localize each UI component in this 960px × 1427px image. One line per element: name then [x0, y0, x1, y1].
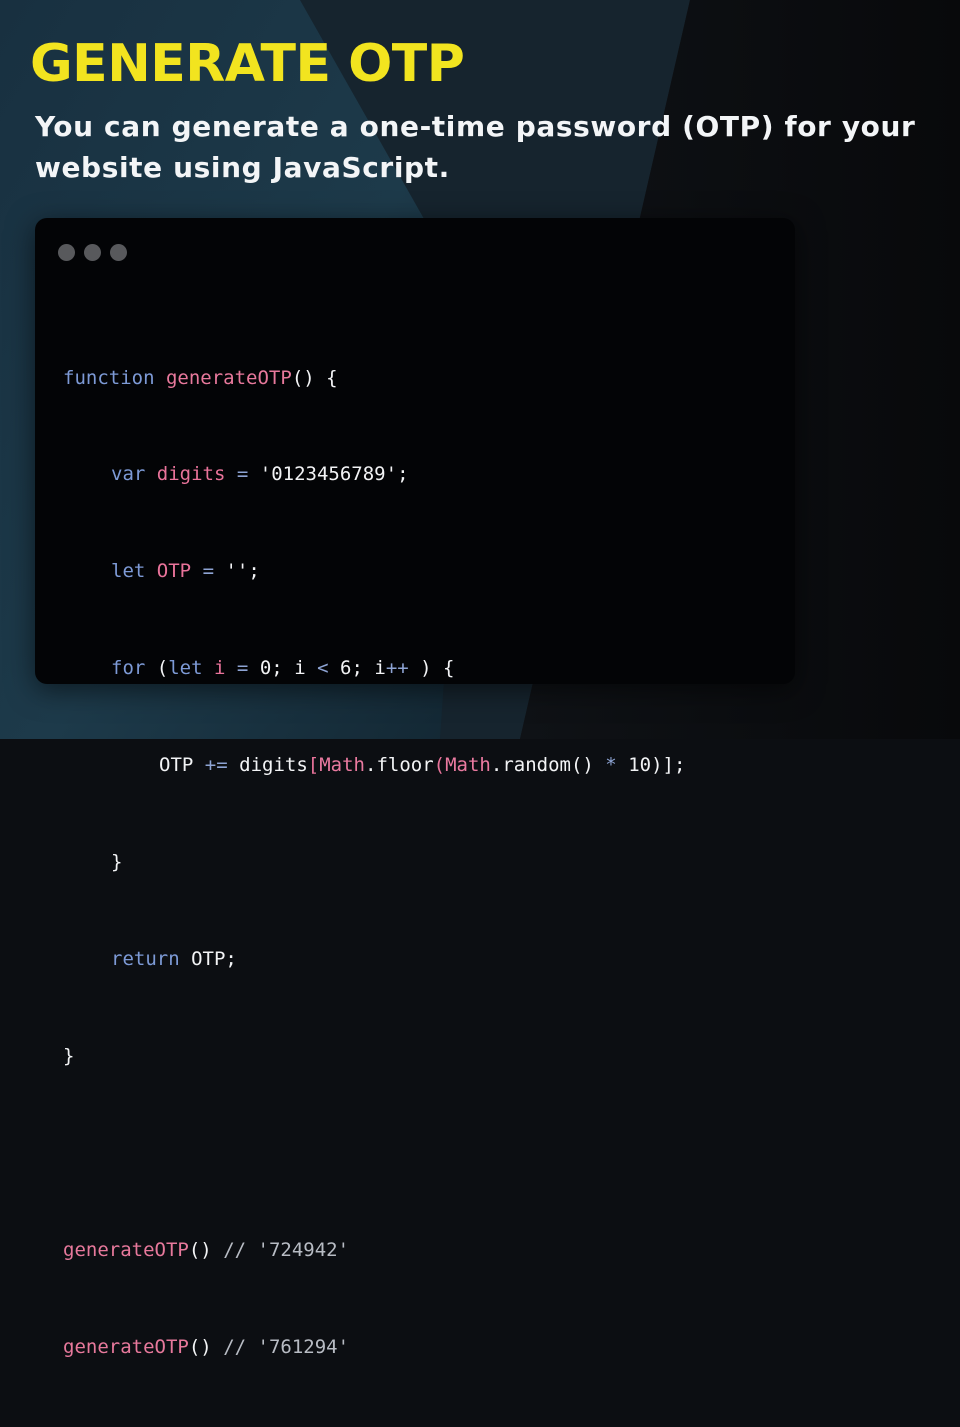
code-block: function generateOTP() { var digits = '0… — [63, 297, 685, 1427]
code-token: 10 — [628, 754, 652, 777]
code-token: () — [570, 754, 594, 777]
code-token: i — [214, 657, 226, 680]
code-token: ; — [248, 560, 260, 583]
window-controls — [58, 244, 127, 261]
code-token: digits — [239, 754, 308, 777]
code-token: < — [317, 657, 329, 680]
code-token: OTP — [156, 560, 192, 583]
code-token: ; — [271, 657, 283, 680]
page-subtitle: You can generate a one-time password (OT… — [35, 110, 916, 184]
code-token: let — [111, 560, 146, 583]
code-token: () — [188, 1238, 212, 1261]
code-token: function — [63, 366, 155, 389]
code-token: generateOTP — [63, 1335, 189, 1358]
code-token: Math — [319, 754, 365, 777]
code-token: '' — [225, 560, 249, 583]
code-window: function generateOTP() { var digits = '0… — [35, 218, 795, 1358]
code-line-4: for (let i = 0; i < 6; i++ ) { — [63, 652, 685, 684]
code-comment: // '761294' — [223, 1335, 350, 1358]
code-token: . — [364, 754, 377, 777]
code-token: i — [374, 657, 386, 680]
code-line-10: generateOTP() // '761294' — [63, 1331, 685, 1363]
code-token: ; — [351, 657, 363, 680]
code-token: ++ — [385, 657, 409, 680]
code-comment: // '724942' — [223, 1238, 350, 1261]
code-token: '0123456789' — [259, 463, 398, 486]
code-token: () { — [291, 366, 338, 389]
code-token: ; — [397, 463, 409, 486]
code-token: () — [188, 1335, 212, 1358]
code-token: . — [490, 754, 503, 777]
code-token: = — [236, 463, 249, 486]
code-token: 0 — [259, 657, 272, 680]
code-line-9: generateOTP() // '724942' — [63, 1234, 685, 1266]
code-token: ( — [433, 754, 446, 777]
code-line-1: function generateOTP() { — [63, 362, 685, 394]
code-line-7: return OTP; — [63, 943, 685, 975]
window-dot-3 — [110, 244, 127, 261]
code-line-3: let OTP = ''; — [63, 555, 685, 587]
code-token: ( — [156, 657, 169, 680]
code-token: = — [236, 657, 249, 680]
code-token: floor — [376, 754, 434, 777]
page-title: GENERATE OTP — [30, 34, 465, 94]
code-token: digits — [156, 463, 226, 486]
code-token: } — [63, 1044, 75, 1067]
code-token: generateOTP — [63, 1238, 189, 1261]
code-token: = — [202, 560, 215, 583]
window-dot-2 — [84, 244, 101, 261]
code-token: for — [111, 657, 146, 680]
code-line-2: var digits = '0123456789'; — [63, 458, 685, 490]
code-token: generateOTP — [165, 366, 292, 389]
code-token: ; — [225, 947, 237, 970]
code-token: let — [168, 657, 203, 680]
code-token: 6 — [340, 657, 352, 680]
code-line-5: OTP += digits[Math.floor(Math.random() *… — [63, 749, 685, 781]
code-token: } — [111, 851, 123, 874]
code-line-8: } — [63, 1040, 685, 1072]
code-token: return — [111, 947, 180, 970]
code-token: += — [204, 754, 228, 777]
code-token: )]; — [651, 754, 686, 777]
window-dot-1 — [58, 244, 75, 261]
code-token: i — [294, 657, 306, 680]
code-token: [ — [307, 754, 320, 777]
code-token: OTP — [159, 754, 194, 777]
code-token: * — [605, 754, 617, 777]
code-token: random — [502, 754, 571, 777]
code-token: ) { — [420, 657, 455, 680]
code-token: var — [111, 463, 146, 486]
code-line-6: } — [63, 846, 685, 878]
code-token: OTP — [191, 947, 226, 970]
code-token: Math — [445, 754, 491, 777]
